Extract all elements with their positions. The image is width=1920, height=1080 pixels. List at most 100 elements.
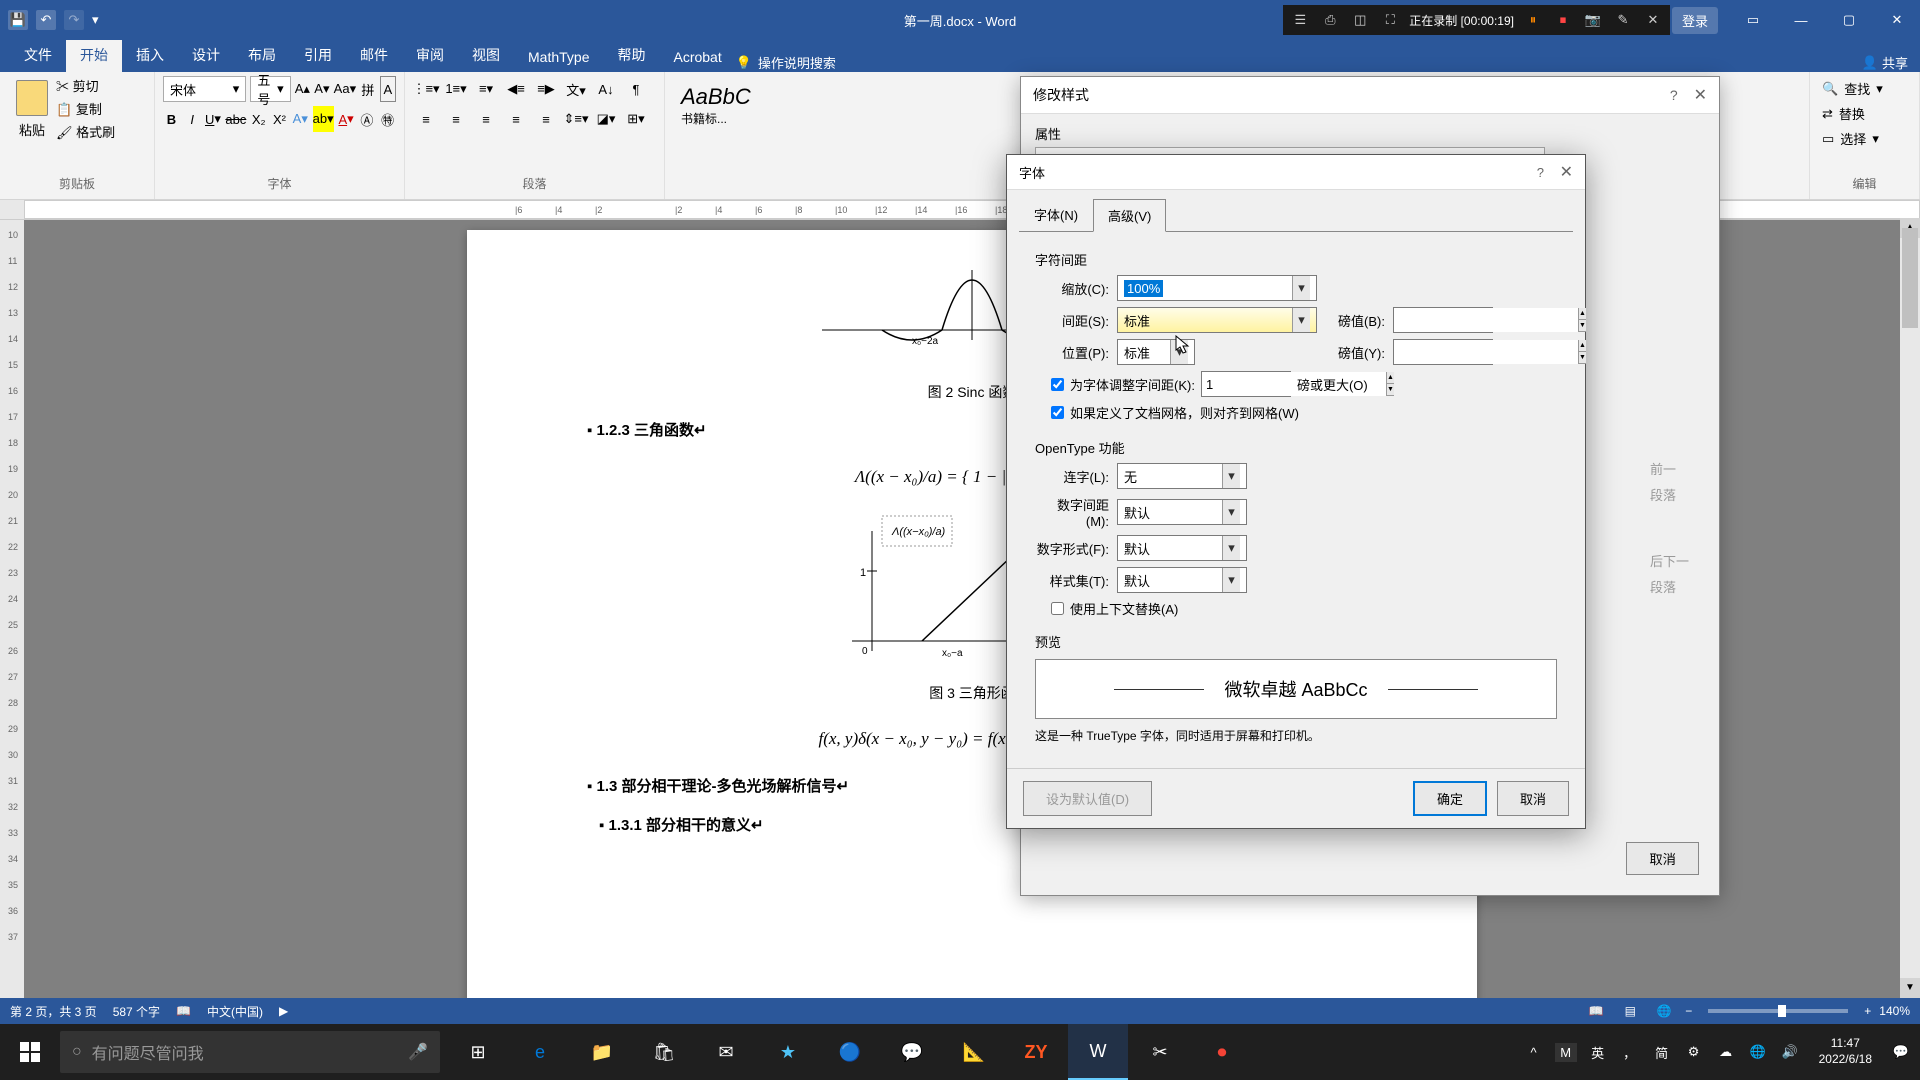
highlight-icon[interactable]: ab▾: [313, 106, 334, 132]
find-button[interactable]: 🔍查找▾: [1818, 76, 1911, 101]
ime-lang[interactable]: 英: [1587, 1043, 1609, 1062]
kerning-checkbox[interactable]: [1051, 378, 1064, 391]
tab-help[interactable]: 帮助: [603, 38, 659, 72]
undo-icon[interactable]: ↶: [36, 10, 56, 30]
qat-dropdown-icon[interactable]: ▾: [92, 12, 99, 28]
login-button[interactable]: 登录: [1672, 7, 1718, 34]
format-painter-button[interactable]: 🖌 格式刷: [56, 122, 115, 141]
style-preview[interactable]: AaBbC 书籍标...: [673, 80, 759, 131]
enclose-icon[interactable]: ㊕: [379, 106, 396, 132]
bold-icon[interactable]: B: [163, 106, 180, 132]
close-icon[interactable]: ✕: [1874, 0, 1920, 40]
distribute-icon[interactable]: ≡: [533, 106, 559, 132]
chevron-down-icon[interactable]: ▾: [1222, 536, 1240, 560]
increase-font-icon[interactable]: A▴: [295, 76, 311, 102]
numspacing-combo[interactable]: 默认 ▾: [1117, 499, 1247, 525]
copy-button[interactable]: 📋 复制: [56, 99, 115, 118]
align-right-icon[interactable]: ≡: [473, 106, 499, 132]
mail-icon[interactable]: ✉: [696, 1024, 756, 1080]
modify-cancel-button[interactable]: 取消: [1626, 842, 1699, 875]
zoom-slider[interactable]: [1708, 1009, 1848, 1013]
network-icon[interactable]: 🌐: [1747, 1044, 1769, 1060]
justify-icon[interactable]: ≡: [503, 106, 529, 132]
chevron-down-icon[interactable]: ▾: [1222, 500, 1240, 524]
underline-icon[interactable]: U▾: [205, 106, 222, 132]
task-view-icon[interactable]: ⊞: [448, 1024, 508, 1080]
share-button[interactable]: 👤 共享: [1862, 53, 1908, 72]
align-center-icon[interactable]: ≡: [443, 106, 469, 132]
close-icon[interactable]: ✕: [1694, 87, 1707, 104]
close-recording-icon[interactable]: ✕: [1642, 9, 1664, 31]
ime-punct-icon[interactable]: ，: [1619, 1043, 1641, 1062]
onedrive-icon[interactable]: ☁: [1715, 1044, 1737, 1060]
region-icon[interactable]: ◫: [1349, 9, 1371, 31]
chevron-down-icon[interactable]: ▾: [1292, 276, 1310, 300]
pencil-icon[interactable]: ✎: [1612, 9, 1634, 31]
strikethrough-icon[interactable]: abc: [225, 106, 246, 132]
stop-icon[interactable]: ⏹: [1552, 9, 1574, 31]
numform-combo[interactable]: 默认 ▾: [1117, 535, 1247, 561]
spin-down-icon[interactable]: ▼: [1579, 352, 1586, 364]
star-app-icon[interactable]: ★: [758, 1024, 818, 1080]
scale-combo[interactable]: 100% ▾: [1117, 275, 1317, 301]
show-marks-icon[interactable]: ¶: [623, 76, 649, 102]
zoom-out-button[interactable]: −: [1685, 1004, 1692, 1018]
m-icon[interactable]: M: [1555, 1043, 1577, 1062]
superscript-icon[interactable]: X²: [271, 106, 288, 132]
tab-file[interactable]: 文件: [10, 38, 66, 72]
spacing-pt-input[interactable]: [1394, 308, 1578, 332]
font-name-combo[interactable]: 宋体▾: [163, 76, 246, 102]
spin-down-icon[interactable]: ▼: [1579, 320, 1586, 332]
multilevel-icon[interactable]: ≡▾: [473, 76, 499, 102]
clock[interactable]: 11:47 2022/6/18: [1811, 1036, 1880, 1067]
macro-icon[interactable]: ▶: [279, 1004, 288, 1018]
vertical-ruler[interactable]: 10 11 12 13 14 15 16 17 18 19 20 21 22 2…: [0, 220, 24, 1040]
increase-indent-icon[interactable]: ≡▶: [533, 76, 559, 102]
spin-up-icon[interactable]: ▲: [1579, 308, 1586, 320]
tab-review[interactable]: 审阅: [402, 38, 458, 72]
chevron-down-icon[interactable]: ▾: [1222, 568, 1240, 592]
line-spacing-icon[interactable]: ⇕≡▾: [563, 106, 589, 132]
read-mode-icon[interactable]: 📖: [1583, 1001, 1609, 1021]
numbering-icon[interactable]: 1≡▾: [443, 76, 469, 102]
kerning-spinner[interactable]: ▲▼: [1201, 371, 1291, 397]
text-effects-icon[interactable]: A▾: [292, 106, 309, 132]
close-icon[interactable]: ✕: [1560, 164, 1573, 181]
zoom-in-button[interactable]: +: [1864, 1004, 1871, 1018]
clear-format-icon[interactable]: A: [380, 76, 396, 102]
page-count[interactable]: 第 2 页，共 3 页: [10, 1003, 97, 1020]
zoom-level[interactable]: 140%: [1879, 1004, 1910, 1018]
minimize-icon[interactable]: ―: [1778, 0, 1824, 40]
word-count[interactable]: 587 个字: [113, 1003, 160, 1020]
font-color-icon[interactable]: A▾: [338, 106, 355, 132]
tray-expand-icon[interactable]: ^: [1523, 1045, 1545, 1060]
contextual-checkbox[interactable]: [1051, 602, 1064, 615]
set-default-button[interactable]: 设为默认值(D): [1023, 781, 1152, 816]
pause-icon[interactable]: ⏸: [1522, 9, 1544, 31]
chevron-down-icon[interactable]: ▾: [1222, 464, 1240, 488]
tab-font-advanced[interactable]: 高级(V): [1093, 199, 1166, 232]
circle-text-icon[interactable]: Ⓐ: [358, 106, 375, 132]
camera-icon[interactable]: 📷: [1582, 9, 1604, 31]
screenshot-icon[interactable]: ⎙: [1319, 9, 1341, 31]
taskbar-search[interactable]: ○ 有问题尽管问我 🎤: [60, 1031, 440, 1073]
scroll-down-icon[interactable]: ▼: [1900, 978, 1920, 998]
position-pt-input[interactable]: [1394, 340, 1578, 364]
wechat-icon[interactable]: 💬: [882, 1024, 942, 1080]
redo-icon[interactable]: ↷: [64, 10, 84, 30]
help-icon[interactable]: ?: [1537, 165, 1544, 180]
mic-icon[interactable]: 🎤: [408, 1042, 428, 1062]
edge-icon[interactable]: e: [510, 1024, 570, 1080]
ime-wheel-icon[interactable]: ⚙: [1683, 1044, 1705, 1060]
decrease-font-icon[interactable]: A▾: [314, 76, 330, 102]
ime-mode[interactable]: 简: [1651, 1043, 1673, 1062]
vertical-scrollbar[interactable]: ▲ ▼: [1900, 218, 1920, 998]
bullets-icon[interactable]: ⋮≡▾: [413, 76, 439, 102]
phonetic-icon[interactable]: 拼: [360, 76, 376, 102]
spacing-combo[interactable]: 标准 ▾: [1117, 307, 1317, 333]
borders-icon[interactable]: ⊞▾: [623, 106, 649, 132]
crop-icon[interactable]: ⛶: [1379, 9, 1401, 31]
tab-mailings[interactable]: 邮件: [346, 38, 402, 72]
volume-icon[interactable]: 🔊: [1779, 1044, 1801, 1060]
decrease-indent-icon[interactable]: ◀≡: [503, 76, 529, 102]
